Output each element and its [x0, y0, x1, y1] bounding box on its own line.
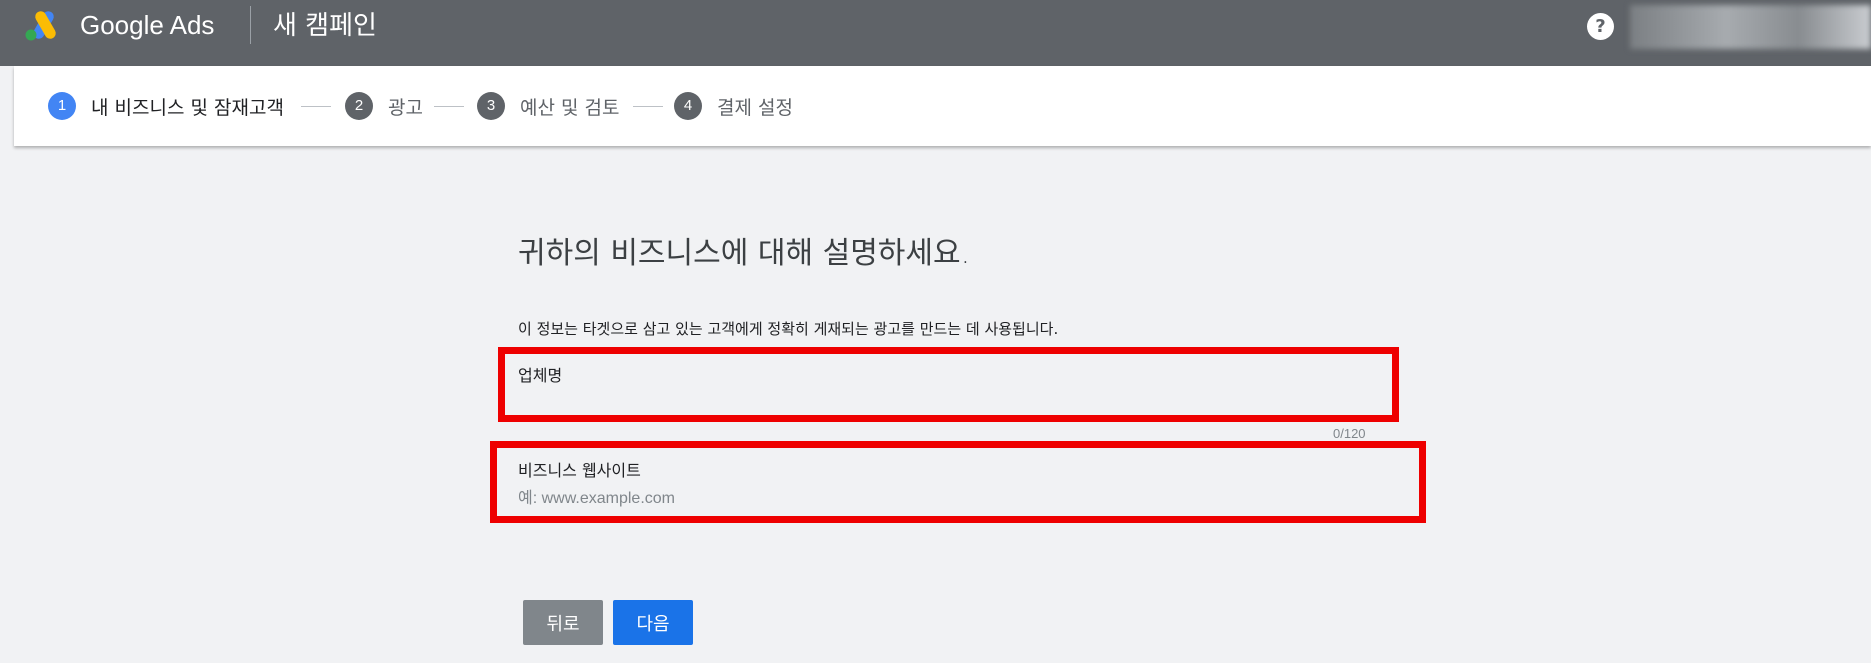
form-description: 이 정보는 타겟으로 삼고 있는 고객에게 정확히 게재되는 광고를 만드는 데… [518, 320, 1059, 338]
step-label: 광고 [388, 96, 423, 119]
next-button[interactable]: 다음 [613, 600, 693, 645]
step-label: 예산 및 검토 [520, 96, 620, 119]
business-name-input[interactable] [518, 387, 1378, 411]
website-input[interactable] [518, 488, 1398, 510]
page-title: 새 캠페인 [273, 11, 377, 41]
step-connector [633, 106, 663, 107]
account-info-blurred[interactable] [1630, 5, 1871, 49]
business-name-label: 업체명 [518, 366, 563, 385]
step-business-audience[interactable]: 1 내 비즈니스 및 잠재고객 [48, 66, 284, 146]
step-label: 내 비즈니스 및 잠재고객 [91, 96, 284, 119]
brand-name: Google Ads [80, 10, 215, 40]
step-connector [301, 106, 331, 107]
step-budget-review[interactable]: 3 예산 및 검토 [477, 66, 619, 146]
business-name-char-counter: 0/120 [1333, 426, 1366, 441]
form-heading: 귀하의 비즈니스에 대해 설명하세요. [518, 236, 971, 271]
step-number: 2 [345, 92, 373, 120]
header-divider [250, 6, 251, 44]
step-payment-setup[interactable]: 4 결제 설정 [674, 66, 793, 146]
step-number: 4 [674, 92, 702, 120]
help-icon[interactable]: ? [1587, 13, 1614, 40]
step-ads[interactable]: 2 광고 [345, 66, 423, 146]
campaign-stepper: 1 내 비즈니스 및 잠재고객 2 광고 3 예산 및 검토 4 결제 설정 [14, 66, 1871, 146]
step-connector [434, 106, 464, 107]
top-app-bar: Google Ads 새 캠페인 ? [0, 0, 1871, 66]
google-ads-logo-icon[interactable] [24, 8, 64, 42]
step-number: 3 [477, 92, 505, 120]
step-label: 결제 설정 [717, 96, 793, 119]
website-label: 비즈니스 웹사이트 [518, 461, 641, 480]
back-button[interactable]: 뒤로 [523, 600, 603, 645]
step-number: 1 [48, 92, 76, 120]
website-highlight [490, 441, 1426, 523]
